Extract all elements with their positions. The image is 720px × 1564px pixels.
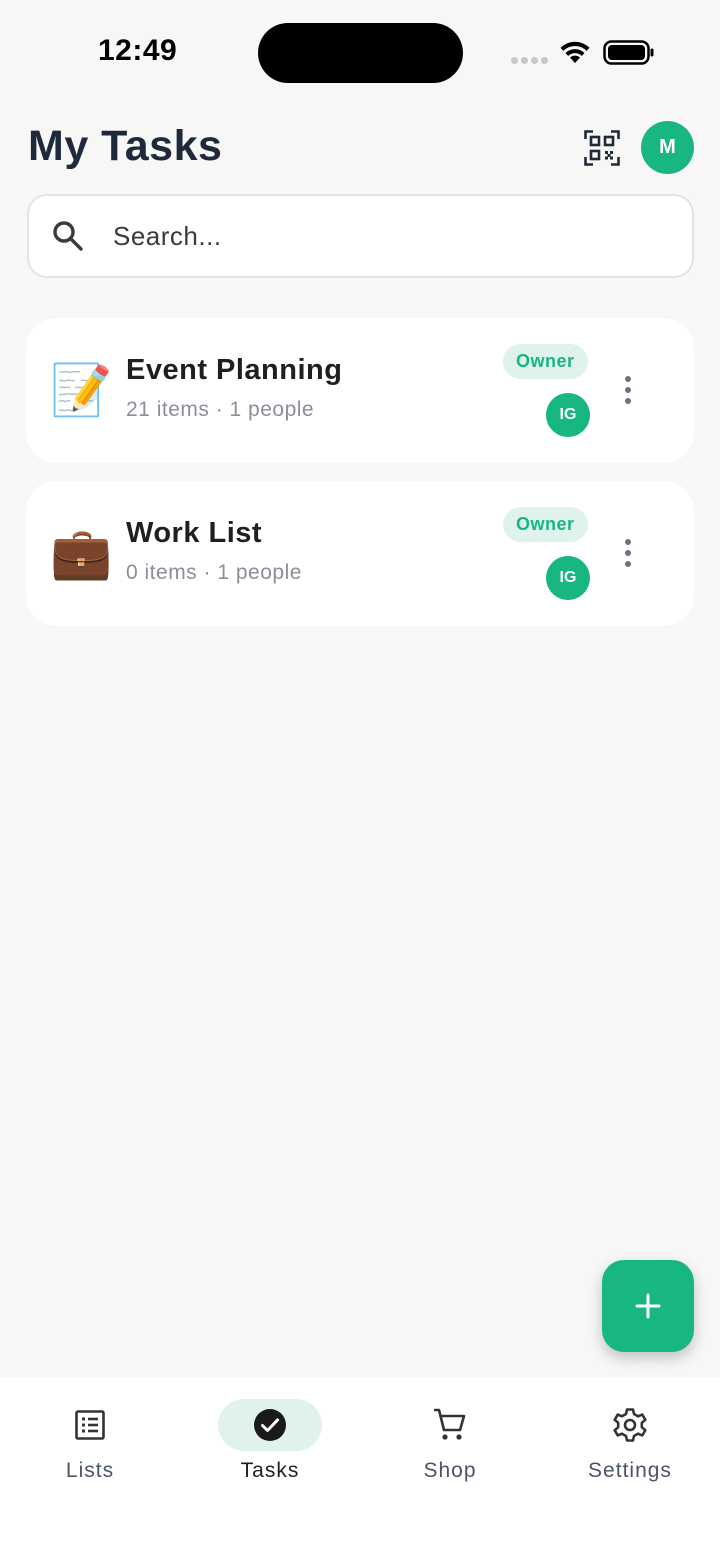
plus-icon — [635, 1293, 661, 1319]
cart-icon — [434, 1408, 466, 1440]
member-avatar: IG — [546, 556, 590, 600]
status-time: 12:49 — [98, 34, 178, 67]
cellular-signal-icon — [511, 57, 548, 64]
nav-pill — [38, 1399, 142, 1451]
dot — [625, 561, 631, 567]
nav-item-tasks[interactable]: Tasks — [180, 1399, 360, 1499]
search-icon — [53, 221, 83, 251]
list-icon — [75, 1410, 105, 1440]
qr-code-button[interactable] — [580, 126, 624, 170]
battery-icon — [603, 40, 654, 65]
list-card-work-list[interactable]: 💼 Work List 0 items · 1 people Owner IG — [26, 481, 694, 626]
owner-badge: Owner — [503, 344, 588, 379]
memo-emoji-icon: 📝 — [50, 361, 113, 419]
list-meta: 0 items · 1 people — [126, 561, 302, 584]
member-avatar: IG — [546, 393, 590, 437]
nav-label: Settings — [588, 1459, 672, 1482]
more-options-button[interactable] — [612, 531, 644, 575]
dynamic-island — [258, 23, 463, 83]
search-input[interactable] — [113, 210, 673, 262]
wifi-icon — [560, 41, 590, 63]
more-options-button[interactable] — [612, 368, 644, 412]
gear-icon — [613, 1408, 647, 1442]
nav-label: Lists — [65, 1459, 115, 1482]
nav-label: Shop — [423, 1459, 477, 1482]
profile-avatar[interactable]: M — [641, 121, 694, 174]
page-title: My Tasks — [28, 122, 223, 170]
briefcase-emoji-icon: 💼 — [50, 524, 113, 582]
list-meta: 21 items · 1 people — [126, 398, 315, 421]
dot — [625, 387, 631, 393]
dot — [625, 539, 631, 545]
nav-item-settings[interactable]: Settings — [540, 1399, 720, 1499]
status-bar: 12:49 — [0, 0, 720, 105]
check-circle-icon — [254, 1409, 286, 1441]
list-card-event-planning[interactable]: 📝 Event Planning 21 items · 1 people Own… — [26, 318, 694, 463]
nav-label: Tasks — [240, 1459, 300, 1482]
owner-badge: Owner — [503, 507, 588, 542]
dot — [625, 376, 631, 382]
nav-pill — [398, 1399, 502, 1451]
bottom-navigation: Lists Tasks Shop Settings — [0, 1377, 720, 1564]
add-list-button[interactable] — [602, 1260, 694, 1352]
dot — [625, 398, 631, 404]
list-title: Event Planning — [126, 354, 343, 386]
nav-pill — [218, 1399, 322, 1451]
list-title: Work List — [126, 517, 263, 549]
nav-pill — [578, 1399, 682, 1451]
screen: 12:49 My Tasks M Search... 📝 Event Plann… — [0, 0, 720, 1564]
qr-code-icon — [584, 130, 620, 166]
nav-item-shop[interactable]: Shop — [360, 1399, 540, 1499]
nav-item-lists[interactable]: Lists — [0, 1399, 180, 1499]
dot — [625, 550, 631, 556]
search-box — [27, 194, 694, 278]
